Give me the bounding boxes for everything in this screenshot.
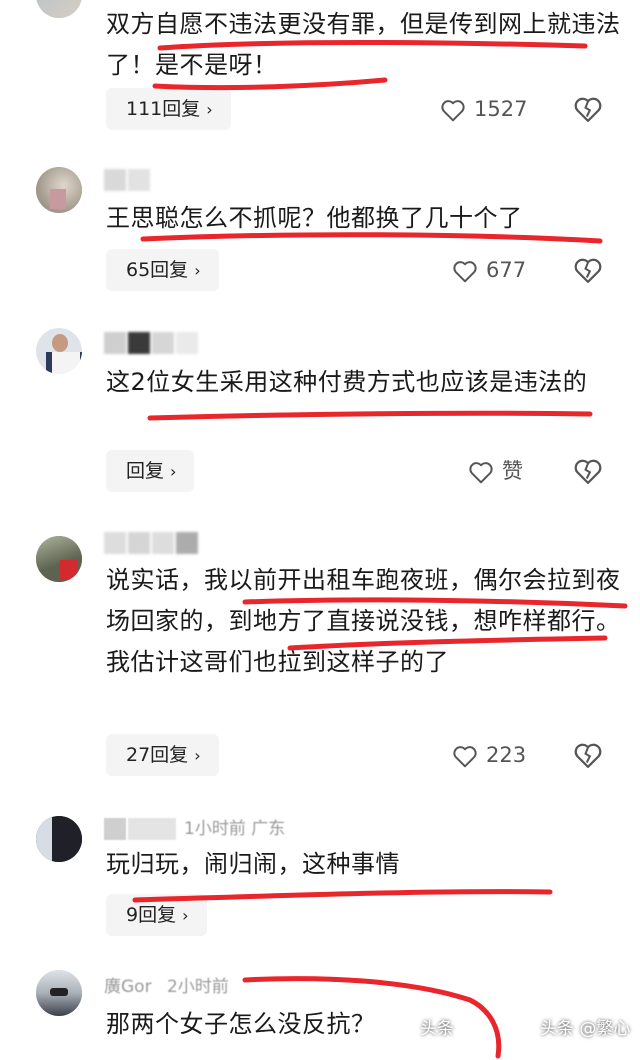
reply-count: 111回复 xyxy=(126,98,201,120)
chevron-right-icon: › xyxy=(194,261,201,280)
broken-heart-icon[interactable] xyxy=(573,456,603,486)
red-underline xyxy=(147,410,593,421)
reply-count: 回复 xyxy=(126,460,165,482)
chevron-right-icon: › xyxy=(194,746,201,765)
comment-text: 王思聪怎么不抓呢？他都换了几十个了 xyxy=(106,204,523,232)
heart-outline-icon xyxy=(453,261,477,283)
heart-outline-icon xyxy=(441,100,465,122)
avatar[interactable] xyxy=(36,167,82,213)
reply-button[interactable]: 65回复 › xyxy=(106,249,219,291)
chevron-right-icon: › xyxy=(170,462,177,481)
like-button[interactable]: 1527 xyxy=(440,88,527,130)
broken-heart-icon[interactable] xyxy=(573,94,603,124)
reply-button[interactable]: 9回复 › xyxy=(106,894,207,936)
comment-text: 双方自愿不违法更没有罪，但是传到网上就违法了！是不是呀！ xyxy=(106,10,621,79)
author-meta: 廣Gor 2小时前 xyxy=(104,972,229,997)
reply-count: 9回复 xyxy=(126,904,177,926)
like-count: 赞 xyxy=(502,459,523,483)
reply-button[interactable]: 回复 › xyxy=(106,450,195,492)
heart-outline-icon xyxy=(453,746,477,768)
like-count: 677 xyxy=(486,258,527,282)
broken-heart-icon[interactable] xyxy=(573,255,603,285)
chevron-right-icon: › xyxy=(206,100,213,119)
reply-count: 27回复 xyxy=(126,744,189,766)
comment-text: 这2位女生采用这种付费方式也应该是违法的 xyxy=(106,368,588,396)
time-location: 2小时前 xyxy=(166,977,229,997)
heart-outline-icon xyxy=(469,462,493,484)
avatar[interactable] xyxy=(36,970,82,1016)
like-button[interactable]: 赞 xyxy=(468,450,523,492)
like-count: 1527 xyxy=(474,97,528,121)
comment-text: 玩归玩，闹归闹，这种事情 xyxy=(106,850,400,878)
time-location: 1小时前 广东 xyxy=(184,819,286,839)
reply-button[interactable]: 111回复 › xyxy=(106,88,231,130)
like-count: 223 xyxy=(486,743,527,767)
avatar[interactable] xyxy=(36,0,82,18)
avatar[interactable] xyxy=(36,328,82,374)
watermark-left: 头条 xyxy=(420,1019,454,1039)
broken-heart-icon[interactable] xyxy=(573,740,603,770)
author-name: 廣Gor xyxy=(104,977,152,997)
like-button[interactable]: 677 xyxy=(452,249,526,291)
like-button[interactable]: 223 xyxy=(452,734,526,776)
avatar[interactable] xyxy=(36,536,82,582)
author-meta xyxy=(104,332,200,354)
reply-button[interactable]: 27回复 › xyxy=(106,734,219,776)
author-meta xyxy=(104,532,200,554)
author-meta xyxy=(104,169,152,191)
avatar[interactable] xyxy=(36,816,82,862)
watermark-right: 头条 @繁心 xyxy=(540,1019,631,1039)
chevron-right-icon: › xyxy=(182,906,189,925)
author-meta: 1小时前 广东 xyxy=(104,814,285,840)
comment-text: 说实话，我以前开出租车跑夜班，偶尔会拉到夜场回家的，到地方了直接说没钱，想咋样都… xyxy=(106,566,621,676)
reply-count: 65回复 xyxy=(126,259,189,281)
